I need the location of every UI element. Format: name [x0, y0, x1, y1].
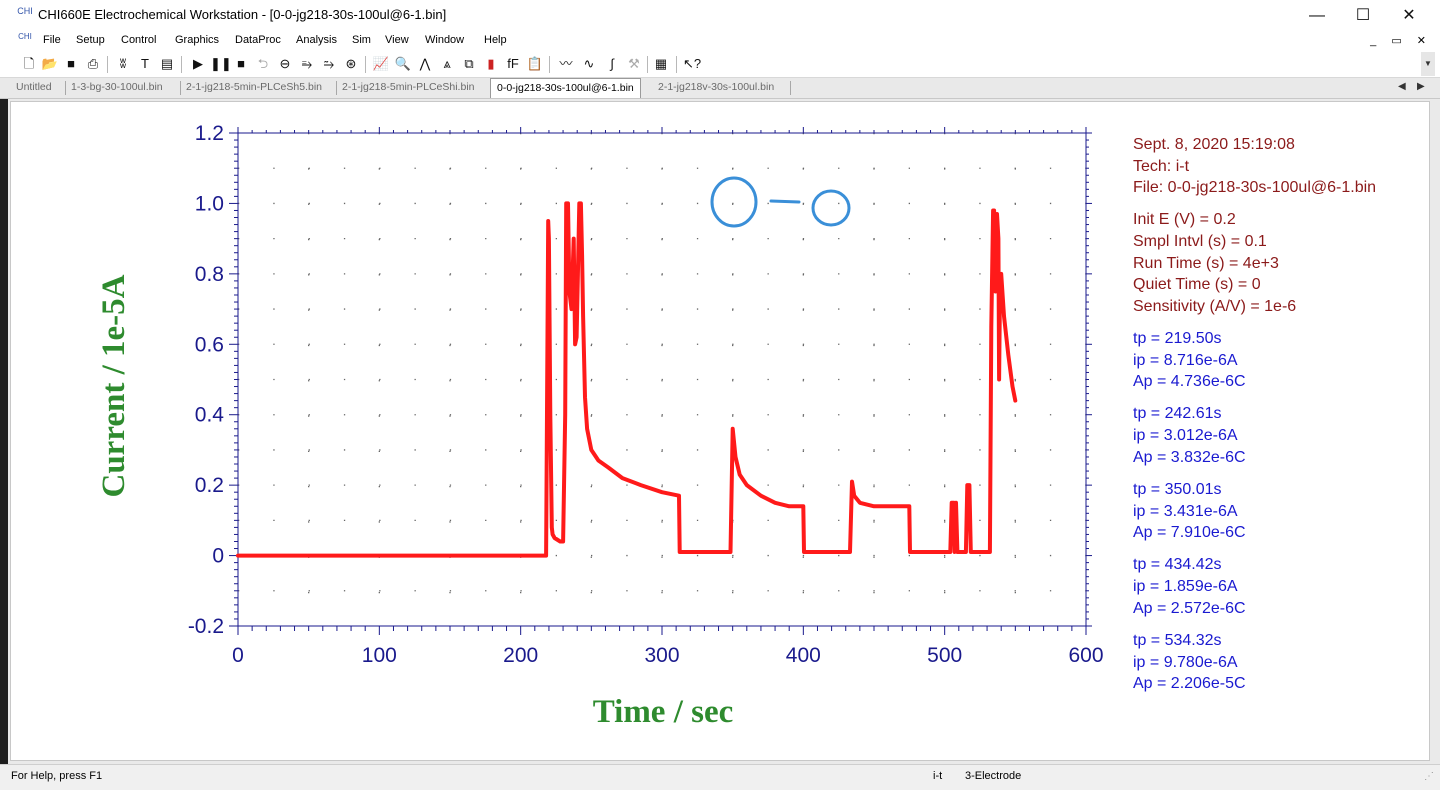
annotation-quiet-time: Quiet Time (s) = 0: [1133, 276, 1261, 293]
y-tick-label: -0.2: [188, 615, 224, 638]
peak1-ip: ip = 8.716e-6A: [1133, 352, 1238, 369]
x-tick-label: 500: [927, 644, 962, 667]
chart-ticks: 0 100 200 300 400 500 600 -0.2 0 0.2 0.4 0.6 0.8 1.0 1…: [188, 122, 1104, 667]
y-axis-title: Current / 1e-5A: [96, 274, 132, 497]
y-tick-label: 1.2: [195, 122, 224, 145]
peak5-ap: Ap = 2.206e-5C: [1133, 675, 1246, 692]
status-bar: For Help, press F1 i-t 3-Electrode ⋰: [0, 764, 1440, 790]
annotation-sensitivity: Sensitivity (A/V) = 1e-6: [1133, 298, 1297, 315]
x-tick-label: 300: [644, 644, 679, 667]
y-tick-label: 1.0: [195, 192, 224, 215]
main-window: CHI CHI660E Electrochemical Workstation …: [0, 0, 1440, 790]
y-tick-label: 0.4: [195, 404, 225, 427]
y-tick-label: 0.6: [195, 333, 224, 356]
x-tick-label: 0: [232, 644, 244, 667]
y-tick-label: 0.8: [195, 263, 224, 286]
x-tick-label: 100: [362, 644, 397, 667]
peak2-ip: ip = 3.012e-6A: [1133, 427, 1238, 444]
annotation-file: File: 0-0-jg218-30s-100ul@6-1.bin: [1133, 179, 1377, 196]
peak3-ip: ip = 3.431e-6A: [1133, 503, 1238, 520]
peak1-tp: tp = 219.50s: [1133, 330, 1222, 347]
status-technique: i-t: [933, 770, 943, 782]
peak3-ap: Ap = 7.910e-6C: [1133, 524, 1246, 541]
peak2-ap: Ap = 3.832e-6C: [1133, 449, 1246, 466]
peak4-ap: Ap = 2.572e-6C: [1133, 600, 1246, 617]
annotation-run-time: Run Time (s) = 4e+3: [1133, 255, 1279, 272]
y-tick-label: 0: [212, 545, 224, 568]
peak5-ip: ip = 9.780e-6A: [1133, 654, 1238, 671]
x-tick-label: 600: [1068, 644, 1103, 667]
peak2-tp: tp = 242.61s: [1133, 405, 1222, 422]
x-axis-title: Time / sec: [593, 694, 734, 730]
annotation-tech: Tech: i-t: [1133, 158, 1190, 175]
x-tick-label: 200: [503, 644, 538, 667]
annotation-date: Sept. 8, 2020 15:19:08: [1133, 136, 1295, 153]
x-tick-label: 400: [786, 644, 821, 667]
peak5-tp: tp = 534.32s: [1133, 632, 1222, 649]
peak4-ip: ip = 1.859e-6A: [1133, 578, 1238, 595]
peak3-tp: tp = 350.01s: [1133, 481, 1222, 498]
annotation-smpl-intvl: Smpl Intvl (s) = 0.1: [1133, 233, 1267, 250]
handwritten-note: 0-0: [710, 176, 851, 228]
peak4-tp: tp = 434.42s: [1133, 556, 1222, 573]
annotation-init-e: Init E (V) = 0.2: [1133, 211, 1236, 228]
y-tick-label: 0.2: [195, 474, 224, 497]
peak1-ap: Ap = 4.736e-6C: [1133, 373, 1246, 390]
resize-grip-icon[interactable]: ⋰: [1424, 771, 1434, 782]
status-help-text: For Help, press F1: [11, 770, 103, 782]
status-electrode: 3-Electrode: [965, 770, 1022, 782]
